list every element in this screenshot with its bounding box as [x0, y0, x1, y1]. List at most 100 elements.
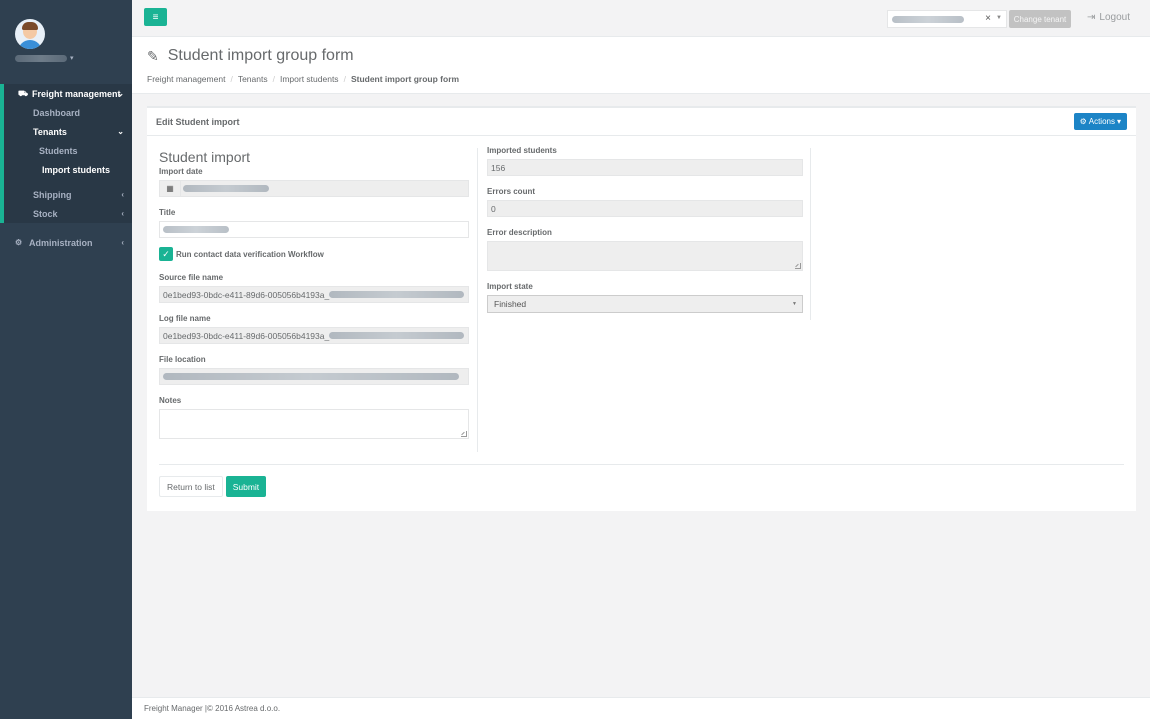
chevron-left-icon: ‹	[121, 238, 124, 247]
actions-label: Actions	[1088, 117, 1115, 126]
sidebar-item-students[interactable]: Students	[4, 141, 132, 160]
sidebar-nav: ⛟ Freight management ⌄ Dashboard Tenants…	[0, 84, 132, 252]
profile-block: ▾	[0, 0, 132, 80]
sidebar-item-tenants[interactable]: Tenants ⌄	[4, 122, 132, 141]
sidebar-item-shipping[interactable]: Shipping ‹	[4, 185, 132, 204]
import-state-label: Import state	[487, 282, 533, 291]
breadcrumb-current: Student import group form	[350, 74, 460, 84]
file-location-redacted	[163, 373, 459, 380]
form-left-column: Student import Import date ▦ Title ✓ Run…	[159, 146, 469, 446]
sidebar-item-import-students[interactable]: Import students	[0, 160, 132, 179]
freight-submenu: Dashboard Tenants ⌄ Students Import stud…	[0, 103, 132, 223]
notes-textarea[interactable]	[159, 409, 469, 439]
imported-students-group: Imported students 156	[487, 146, 803, 176]
title-input[interactable]	[159, 221, 469, 238]
sidebar-item-label: Administration	[29, 237, 93, 248]
return-to-list-button[interactable]: Return to list	[159, 476, 223, 497]
title-label: Title	[159, 208, 176, 217]
workflow-checkbox-row: ✓ Run contact data verification Workflow	[159, 247, 469, 261]
import-state-value: Finished	[494, 299, 527, 309]
errors-count-group: Errors count 0	[487, 187, 803, 217]
user-menu-toggle[interactable]: ▾	[15, 54, 132, 62]
import-date-input	[181, 180, 469, 197]
actions-button[interactable]: ⚙ Actions ▾	[1073, 113, 1127, 130]
edit-icon: ✎	[147, 47, 159, 64]
page-title-text: Student import group form	[167, 47, 354, 64]
menu-toggle-button[interactable]: ≡	[144, 8, 167, 26]
chevron-down-icon: ▾	[70, 55, 74, 62]
breadcrumb-separator: /	[230, 74, 233, 84]
sidebar-item-label: Freight management	[32, 88, 121, 99]
imported-students-label: Imported students	[487, 146, 557, 155]
chevron-left-icon: ‹	[121, 209, 124, 218]
sidebar-item-label: Students	[39, 145, 78, 156]
sign-out-icon: ⇥	[1087, 12, 1096, 23]
resize-handle-icon[interactable]	[461, 431, 467, 437]
tenant-select[interactable]: × ▼	[887, 10, 1007, 28]
source-file-redacted	[329, 291, 465, 298]
logout-label: Logout	[1099, 12, 1130, 23]
sidebar-item-administration[interactable]: ⚙ Administration ‹	[0, 233, 132, 252]
resize-handle-icon	[795, 263, 801, 269]
sidebar-link-freight-management[interactable]: ⛟ Freight management ⌄	[4, 84, 132, 103]
submit-button[interactable]: Submit	[225, 476, 267, 497]
import-state-select: Finished ▼	[487, 295, 803, 313]
log-file-value: 0e1bed93-0bdc-e411-89d6-005056b4193a_	[163, 330, 330, 341]
breadcrumb-item[interactable]: Import students	[280, 74, 339, 84]
sidebar-item-label: Stock	[33, 208, 58, 219]
topbar: ≡ × ▼ Change tenant ⇥ Logout	[132, 0, 1150, 37]
hamburger-icon: ≡	[152, 11, 159, 23]
breadcrumb: Freight management / Tenants / Import st…	[147, 74, 1150, 84]
sidebar-item-dashboard[interactable]: Dashboard	[4, 103, 132, 122]
gear-icon: ⚙	[1079, 117, 1087, 126]
footer: Freight Manager |© 2016 Astrea d.o.o.	[132, 697, 1150, 719]
sidebar-item-label: Shipping	[33, 189, 72, 200]
logout-link[interactable]: ⇥ Logout	[1087, 12, 1130, 23]
form-right-column: Imported students 156 Errors count 0 Err…	[487, 146, 803, 320]
file-location-group: File location	[159, 355, 469, 385]
sidebar-item-label: Tenants	[33, 126, 67, 137]
gear-icon: ⚙	[15, 238, 23, 247]
truck-icon: ⛟	[18, 88, 29, 98]
notes-group: Notes	[159, 396, 469, 439]
error-description-textarea	[487, 241, 803, 271]
source-file-input: 0e1bed93-0bdc-e411-89d6-005056b4193a_	[159, 286, 469, 303]
breadcrumb-item[interactable]: Tenants	[238, 74, 268, 84]
form-buttons: Return to list Submit	[159, 476, 267, 497]
chevron-down-icon: ▼	[792, 301, 797, 307]
errors-count-input: 0	[487, 200, 803, 217]
import-date-group: Import date ▦	[159, 167, 469, 197]
panel-title: Edit Student import	[156, 116, 240, 127]
avatar[interactable]	[15, 19, 45, 49]
clear-icon[interactable]: ×	[985, 13, 991, 24]
workflow-checkbox-label: Run contact data verification Workflow	[176, 249, 324, 259]
sidebar-item-stock[interactable]: Stock ‹	[4, 204, 132, 223]
log-file-redacted	[329, 332, 465, 339]
error-description-label: Error description	[487, 228, 552, 237]
import-date-field: ▦	[159, 180, 469, 197]
sidebar-item-label: Dashboard	[33, 107, 81, 118]
page-title: ✎ Student import group form	[147, 47, 1150, 65]
panel-header: Edit Student import ⚙ Actions ▾	[147, 108, 1136, 136]
sidebar: ▾ ⛟ Freight management ⌄ Dashboard Tenan…	[0, 0, 132, 719]
column-divider	[810, 148, 811, 320]
page-heading: ✎ Student import group form Freight mana…	[132, 37, 1150, 94]
log-file-input: 0e1bed93-0bdc-e411-89d6-005056b4193a_	[159, 327, 469, 344]
chevron-down-icon: ⌄	[117, 89, 124, 98]
error-description-group: Error description	[487, 228, 803, 271]
chevron-down-icon: ⌄	[117, 127, 124, 136]
column-divider	[477, 148, 478, 452]
workflow-checkbox[interactable]: ✓	[159, 247, 173, 261]
breadcrumb-item[interactable]: Freight management	[147, 74, 225, 84]
caret-down-icon: ▾	[1116, 117, 1121, 126]
change-tenant-button[interactable]: Change tenant	[1009, 10, 1071, 28]
breadcrumb-separator: /	[272, 74, 275, 84]
sidebar-item-label: Import students	[42, 164, 111, 175]
form-divider	[159, 464, 1124, 465]
source-file-group: Source file name 0e1bed93-0bdc-e411-89d6…	[159, 273, 469, 303]
import-state-group: Import state Finished ▼	[487, 282, 803, 313]
file-location-label: File location	[159, 355, 206, 364]
calendar-icon: ▦	[159, 180, 181, 197]
file-location-input	[159, 368, 469, 385]
chevron-down-icon: ▼	[996, 15, 1002, 21]
